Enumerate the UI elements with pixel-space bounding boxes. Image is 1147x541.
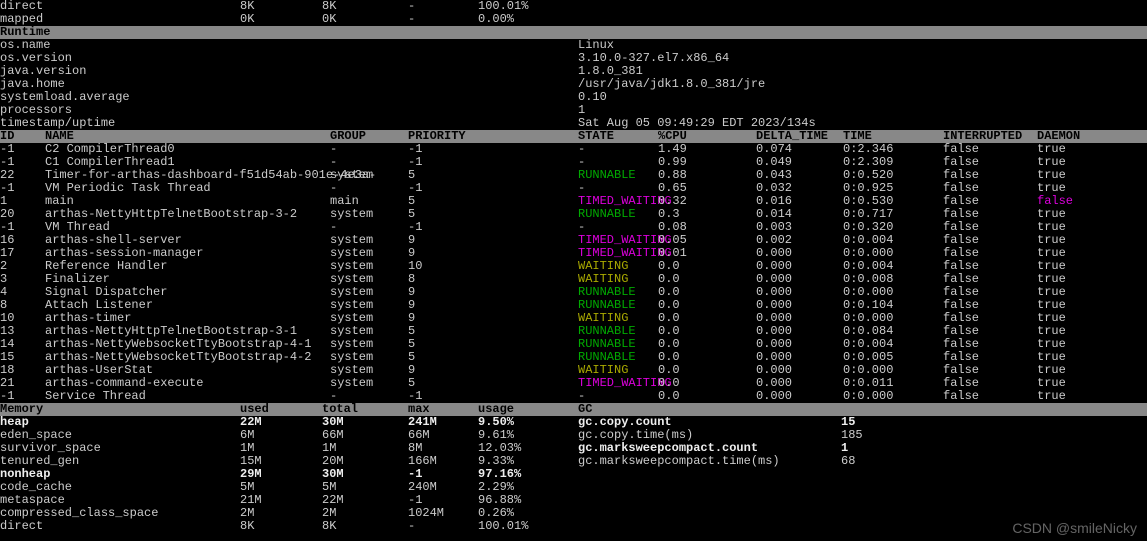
- runtime-value: /usr/java/jdk1.8.0_381/jre: [578, 78, 1147, 91]
- thread-priority: 9: [408, 247, 578, 260]
- memory-row: eden_space6M66M66M9.61%gc.copy.time(ms)1…: [0, 429, 1147, 442]
- mem-name: direct: [0, 520, 240, 533]
- runtime-row: java.version1.8.0_381: [0, 65, 1147, 78]
- mem-total: 8K: [322, 520, 408, 533]
- thread-row: -1Service Thread--1-0.00.0000:0.000false…: [0, 390, 1147, 403]
- thread-priority: 9: [408, 312, 578, 325]
- gc-value: 185: [841, 429, 941, 442]
- th-pri: PRIORITY: [408, 130, 578, 143]
- thread-priority: 9: [408, 286, 578, 299]
- thread-cpu: 0.0: [658, 390, 756, 403]
- memory-row: metaspace21M22M-196.88%: [0, 494, 1147, 507]
- thread-delta: 0.000: [756, 390, 843, 403]
- thread-state: RUNNABLE: [578, 208, 658, 221]
- gc-value: [841, 494, 941, 507]
- thread-priority: -1: [408, 156, 578, 169]
- memory-row: heap22M30M241M9.50%gc.copy.count15: [0, 416, 1147, 429]
- mem-max: -: [408, 13, 478, 26]
- mem-used: 8K: [240, 520, 322, 533]
- gc-value: 1: [841, 442, 941, 455]
- thread-priority: 5: [408, 377, 578, 390]
- thread-priority: 9: [408, 299, 578, 312]
- memory-row: tenured_gen15M20M166M9.33%gc.marksweepco…: [0, 455, 1147, 468]
- thread-interrupted: false: [943, 390, 1037, 403]
- runtime-key: systemload.average: [0, 91, 578, 104]
- mem-used: 0K: [240, 13, 322, 26]
- thread-state: TIMED_WAITING: [578, 377, 658, 390]
- memory-row: nonheap29M30M-197.16%: [0, 468, 1147, 481]
- mem-max: -: [408, 520, 478, 533]
- thread-priority: 5: [408, 169, 578, 182]
- runtime-value: 0.10: [578, 91, 1147, 104]
- gc-name: [578, 481, 841, 494]
- mh-gcv: [841, 403, 941, 416]
- runtime-row: os.nameLinux: [0, 39, 1147, 52]
- mem-max: -: [408, 0, 478, 13]
- mh-name: Memory: [0, 403, 240, 416]
- runtime-key: java.version: [0, 65, 578, 78]
- gc-name: [578, 520, 841, 533]
- runtime-value: 3.10.0-327.el7.x86_64: [578, 52, 1147, 65]
- mem-usage: 100.01%: [478, 520, 578, 533]
- runtime-row: java.home/usr/java/jdk1.8.0_381/jre: [0, 78, 1147, 91]
- thread-priority: 10: [408, 260, 578, 273]
- thread-group: -: [330, 143, 408, 156]
- thread-name: VM Periodic Task Thread: [45, 182, 330, 195]
- thread-priority: 8: [408, 273, 578, 286]
- gc-value: [841, 520, 941, 533]
- gc-name: [578, 494, 841, 507]
- thread-name: Service Thread: [45, 390, 330, 403]
- runtime-row: processors1: [0, 104, 1147, 117]
- thread-group: system: [330, 377, 408, 390]
- thread-group: system: [330, 208, 408, 221]
- memory-row: survivor_space1M1M8M12.03%gc.marksweepco…: [0, 442, 1147, 455]
- gc-value: [841, 507, 941, 520]
- thread-priority: -1: [408, 143, 578, 156]
- mem-total: 0K: [322, 13, 408, 26]
- memory-row: code_cache5M5M240M2.29%: [0, 481, 1147, 494]
- runtime-row: os.version3.10.0-327.el7.x86_64: [0, 52, 1147, 65]
- memory-header-row: Memory used total max usage GC: [0, 403, 1147, 416]
- mem-usage: 0.00%: [478, 13, 578, 26]
- runtime-key: os.name: [0, 39, 578, 52]
- thread-priority: 9: [408, 364, 578, 377]
- thread-state: RUNNABLE: [578, 169, 658, 182]
- memory-row: direct8K8K-100.01%: [0, 520, 1147, 533]
- runtime-row: systemload.average0.10: [0, 91, 1147, 104]
- memory-row: compressed_class_space2M2M1024M0.26%: [0, 507, 1147, 520]
- thread-priority: -1: [408, 182, 578, 195]
- gc-name: [578, 507, 841, 520]
- thread-priority: 5: [408, 338, 578, 351]
- th-state: STATE: [578, 130, 658, 143]
- thread-priority: 5: [408, 208, 578, 221]
- gc-value: [841, 468, 941, 481]
- thread-priority: -1: [408, 221, 578, 234]
- th-group: GROUP: [330, 130, 408, 143]
- thread-priority: 5: [408, 325, 578, 338]
- thread-daemon: true: [1037, 390, 1097, 403]
- gc-name: [578, 468, 841, 481]
- top-row: mapped0K0K-0.00%: [0, 13, 1147, 26]
- watermark: CSDN @smileNicky: [1012, 522, 1137, 535]
- runtime-key: os.version: [0, 52, 578, 65]
- thread-time: 0:0.000: [843, 390, 943, 403]
- top-row: direct8K8K-100.01%: [0, 0, 1147, 13]
- thread-priority: 9: [408, 234, 578, 247]
- runtime-key: timestamp/uptime: [0, 117, 578, 130]
- gc-name: gc.marksweepcompact.time(ms): [578, 455, 841, 468]
- thread-priority: 5: [408, 195, 578, 208]
- gc-value: [841, 481, 941, 494]
- mem-max: 1024M: [408, 507, 478, 520]
- gc-value: 68: [841, 455, 941, 468]
- runtime-header: Runtime: [0, 26, 1147, 39]
- thread-group: system: [330, 169, 408, 182]
- thread-state: -: [578, 143, 658, 156]
- thread-priority: 5: [408, 351, 578, 364]
